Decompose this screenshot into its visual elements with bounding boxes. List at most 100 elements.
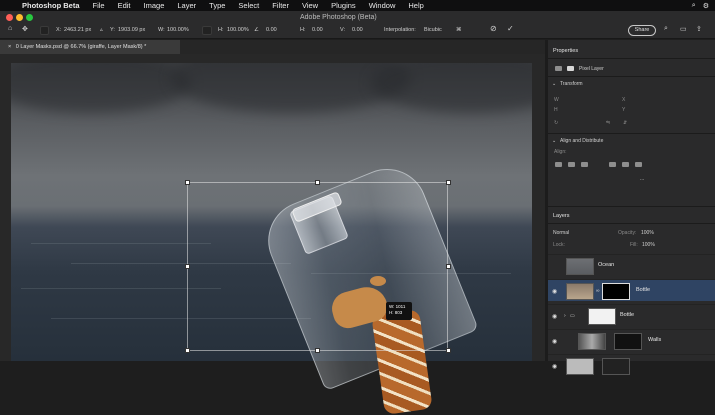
flip-vertical-icon[interactable]: ⇵ [623,120,627,126]
align-section-toggle[interactable]: ⌄ [552,138,556,144]
interpolation-select[interactable]: Bicubic [424,27,442,33]
menu-window[interactable]: Window [369,1,396,10]
layer-thumbnail [566,283,594,300]
blend-mode-select[interactable]: Normal [553,230,569,236]
folder-icon: ▭ [570,313,575,319]
layer-row[interactable]: Ocean [548,254,715,276]
align-left-icon[interactable] [555,162,562,167]
eye-icon[interactable]: ◉ [552,313,557,320]
transform-section-toggle[interactable]: ⌄ [552,81,556,87]
zoom-window-button[interactable] [26,14,33,21]
angle-value[interactable]: 0.00 [266,27,277,33]
transform-handle-t[interactable] [315,180,320,185]
reference-point-checkbox[interactable] [40,26,49,35]
menu-edit[interactable]: Edit [118,1,131,10]
layer-row[interactable]: ◉ [548,354,715,376]
transform-y-label: Y [622,107,626,113]
cancel-transform-icon[interactable]: ⊘ [490,24,497,33]
layer-name[interactable]: Ocean [598,262,614,268]
y-label: Y: [110,27,115,33]
close-window-button[interactable] [6,14,13,21]
close-icon[interactable]: × [8,44,11,50]
align-top-icon[interactable] [609,162,616,167]
flip-horizontal-icon[interactable]: ⇋ [606,120,610,126]
group-chevron-icon[interactable]: › [564,313,566,319]
menu-image[interactable]: Image [144,1,165,10]
gear-icon[interactable]: ⚙ [703,2,709,10]
layer-name[interactable]: Bottle [636,287,650,293]
divider [548,206,715,207]
transform-handle-r[interactable] [446,264,451,269]
transform-h-label: H [554,107,558,113]
divider [548,223,715,224]
transform-handle-b[interactable] [315,348,320,353]
minimize-window-button[interactable] [16,14,23,21]
layer-mask-thumbnail[interactable] [602,283,630,300]
document-tab[interactable]: × 0 Layer Masks.psd @ 66.7% (giraffe, La… [0,40,180,54]
share-button[interactable]: Share [628,25,656,36]
rotate-icon[interactable]: ↻ [554,120,558,126]
layer-row[interactable]: ◉ Walls [548,329,715,351]
home-icon[interactable]: ⌂ [8,25,12,32]
layer-row[interactable]: ◉ ∞ Bottle [548,279,715,301]
window-title: Adobe Photoshop (Beta) [300,14,377,21]
triangle-icon[interactable]: ▵ [100,27,103,33]
v-skew-value[interactable]: 0.00 [352,27,363,33]
properties-tab[interactable]: Properties [553,48,578,54]
layer-name[interactable]: Walls [648,337,661,343]
eye-icon[interactable]: ◉ [552,338,557,345]
more-options-button[interactable]: ... [640,176,644,182]
menu-plugins[interactable]: Plugins [331,1,356,10]
workspace: W: 1011 H: 803 [0,54,545,415]
menu-help[interactable]: Help [408,1,423,10]
move-tool-icon[interactable]: ✥ [22,25,28,33]
layer-row[interactable]: ◉ › ▭ Bottle [548,304,715,326]
fill-label: Fill: [630,242,638,248]
layer-mask-icon[interactable] [567,66,574,71]
divider [548,58,715,59]
transform-handle-bl[interactable] [185,348,190,353]
h-skew-value[interactable]: 0.00 [312,27,323,33]
menu-app[interactable]: Photoshop Beta [22,1,80,10]
transform-handle-br[interactable] [446,348,451,353]
layers-tab[interactable]: Layers [553,213,570,219]
search-icon[interactable]: ⌕ [664,25,668,33]
align-right-icon[interactable] [581,162,588,167]
transform-handle-tl[interactable] [185,180,190,185]
align-bottom-icon[interactable] [635,162,642,167]
layer-mask-thumbnail[interactable] [614,333,642,350]
w-value[interactable]: 100.00% [167,27,189,33]
align-section-title[interactable]: Align and Distribute [560,138,603,144]
menu-type[interactable]: Type [209,1,225,10]
wave [31,243,211,244]
commit-transform-icon[interactable]: ✓ [507,24,514,33]
search-icon[interactable]: ⌕ [692,2,696,10]
fill-value[interactable]: 100% [642,242,655,248]
menu-bar: Photoshop Beta File Edit Image Layer Typ… [0,0,715,11]
menu-select[interactable]: Select [238,1,259,10]
share-icon[interactable]: ⇪ [696,25,702,33]
h-value[interactable]: 100.00% [227,27,249,33]
menu-filter[interactable]: Filter [272,1,289,10]
layer-name[interactable]: Bottle [620,312,634,318]
menu-layer[interactable]: Layer [177,1,196,10]
menu-file[interactable]: File [93,1,105,10]
opacity-value[interactable]: 100% [641,230,654,236]
eye-icon[interactable]: ◉ [552,363,557,370]
eye-icon[interactable]: ◉ [552,288,557,295]
chain-link-icon[interactable] [202,26,212,35]
align-vcenter-icon[interactable] [622,162,629,167]
x-value[interactable]: 2463.21 px [64,27,91,33]
transform-handle-l[interactable] [185,264,190,269]
transform-bounding-box[interactable] [187,182,448,351]
transform-handle-tr[interactable] [446,180,451,185]
align-hcenter-icon[interactable] [568,162,575,167]
w-label: W: [158,27,165,33]
workspace-icon[interactable]: ▭ [680,25,687,33]
warp-icon[interactable]: ⌘ [456,27,462,33]
chain-link-icon[interactable]: ∞ [596,288,600,294]
menu-view[interactable]: View [302,1,318,10]
menu-extras: ⌕ ⚙ [692,0,709,11]
transform-section-title[interactable]: Transform [560,81,583,87]
y-value[interactable]: 1903.09 px [118,27,145,33]
